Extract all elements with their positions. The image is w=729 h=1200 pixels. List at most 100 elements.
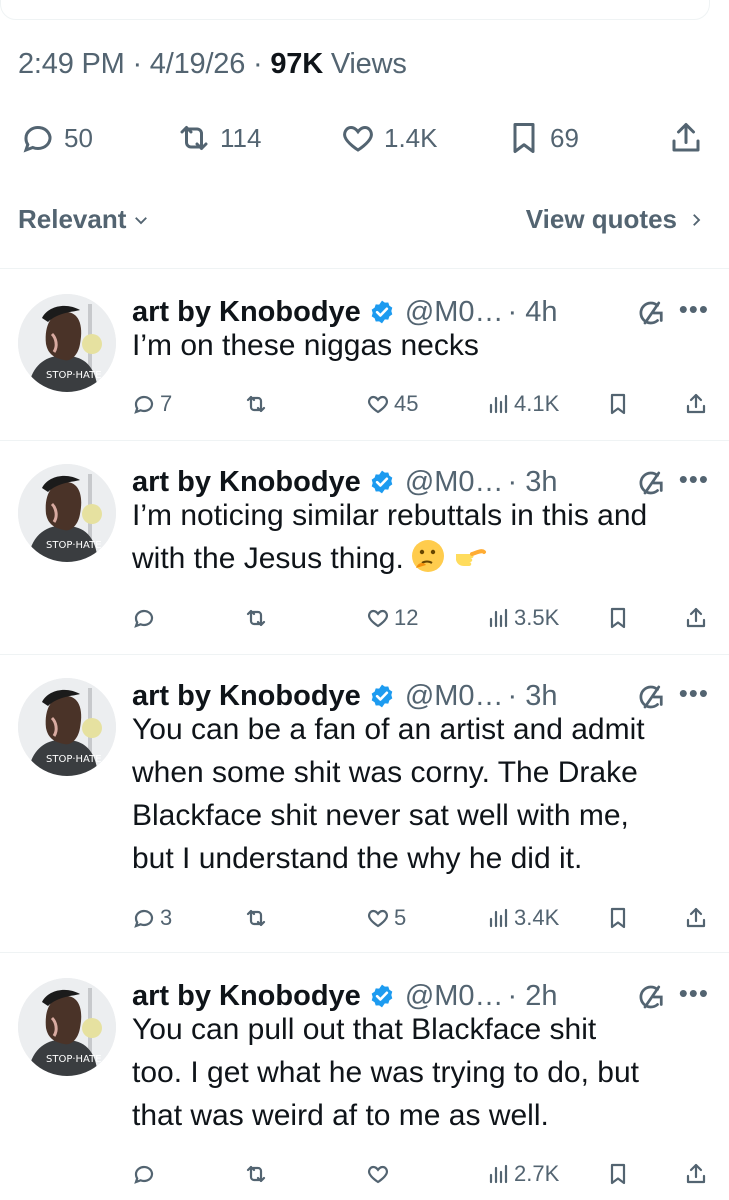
like-count: 1.4K xyxy=(384,122,438,153)
bar-chart-icon xyxy=(489,908,508,928)
bookmark-button[interactable] xyxy=(606,1154,630,1194)
views-button[interactable]: 4.1K xyxy=(486,384,559,424)
reply-action-bar: 7 45 4.1K xyxy=(132,384,712,424)
reply-text: You can pull out that Blackface shit too.… xyxy=(132,1008,709,1137)
view-quotes-label: View quotes xyxy=(525,204,677,234)
views-count: 2.7K xyxy=(514,1161,560,1186)
more-dots-icon[interactable]: ••• xyxy=(679,294,709,325)
heart-icon xyxy=(368,909,388,928)
reply-text-line: I’m on these niggas necks xyxy=(132,329,479,362)
heart-icon xyxy=(368,1165,388,1184)
like-button[interactable]: 1.4K xyxy=(340,110,438,166)
repost-button[interactable] xyxy=(244,1154,272,1194)
bookmark-icon xyxy=(610,607,626,629)
views-button[interactable]: 3.4K xyxy=(486,898,559,938)
reply-button[interactable]: 7 xyxy=(132,384,172,424)
share-button[interactable] xyxy=(684,898,708,938)
avatar-illustration-icon xyxy=(18,294,116,392)
share-upload-icon xyxy=(672,123,700,152)
divider xyxy=(0,440,729,441)
bookmark-icon xyxy=(610,1163,626,1185)
reply-text-line: when some shit was corny. The Drake xyxy=(132,756,638,789)
views-button[interactable]: 3.5K xyxy=(486,598,559,638)
share-upload-icon xyxy=(686,607,706,628)
verified-badge-icon xyxy=(371,684,393,708)
repost-count: 114 xyxy=(220,122,262,153)
repost-arrows-icon xyxy=(180,126,208,150)
more-dots-icon[interactable]: ••• xyxy=(679,978,709,1009)
reply-text-line: Blackface shit never sat well with me, xyxy=(132,799,629,832)
pointing-hand-emoji-icon xyxy=(455,549,486,566)
reply-text: I’m on these niggas necks xyxy=(132,324,709,367)
reply-count: 3 xyxy=(160,905,173,930)
bookmark-button[interactable]: 69 xyxy=(506,110,579,166)
like-count: 12 xyxy=(394,605,419,630)
share-button[interactable] xyxy=(684,384,708,424)
divider xyxy=(0,654,729,655)
like-button[interactable]: 12 xyxy=(366,598,418,638)
speech-bubble-icon xyxy=(134,395,154,414)
like-count: 45 xyxy=(394,391,419,416)
chevron-right-icon xyxy=(693,213,701,226)
repost-button[interactable] xyxy=(244,898,272,938)
reply-text-line: I’m noticing similar rebuttals in this a… xyxy=(132,499,648,532)
post-time[interactable]: 2:49 PM xyxy=(18,48,125,80)
bookmark-button[interactable] xyxy=(606,598,630,638)
avatar-illustration-icon xyxy=(18,464,116,562)
repost-button[interactable] xyxy=(244,598,272,638)
post-date[interactable]: 4/19/26 xyxy=(150,48,246,80)
bookmark-icon xyxy=(610,907,626,929)
avatar-illustration-icon xyxy=(18,678,116,776)
share-upload-icon xyxy=(686,1163,706,1184)
repost-arrows-icon xyxy=(246,395,266,413)
previous-card-edge xyxy=(0,0,710,20)
views-button[interactable]: 2.7K xyxy=(486,1154,559,1194)
view-quotes-link[interactable]: View quotes xyxy=(526,204,705,235)
chevron-down-icon xyxy=(135,216,148,224)
avatar[interactable] xyxy=(18,464,116,562)
divider xyxy=(0,952,729,953)
like-button[interactable] xyxy=(366,1154,394,1194)
heart-icon xyxy=(368,395,388,414)
like-count: 5 xyxy=(394,905,407,930)
more-dots-icon[interactable]: ••• xyxy=(679,678,709,709)
reply-action-bar: 2.7K xyxy=(132,1154,712,1194)
bar-chart-icon xyxy=(489,394,508,414)
sort-dropdown[interactable]: Relevant xyxy=(18,204,150,235)
like-button[interactable]: 5 xyxy=(366,898,406,938)
thinking-face-emoji-icon xyxy=(411,540,444,572)
reply-count: 50 xyxy=(64,122,93,153)
speech-bubble-icon xyxy=(134,1165,154,1184)
avatar[interactable] xyxy=(18,678,116,776)
heart-icon xyxy=(368,609,388,628)
reply-text: You can be a fan of an artist and admit w… xyxy=(132,708,709,880)
reply-button[interactable] xyxy=(132,598,160,638)
bar-chart-icon xyxy=(489,1164,508,1184)
avatar[interactable] xyxy=(18,294,116,392)
reply-text-line: but I understand the why he did it. xyxy=(132,842,583,875)
post-meta: 2:49 PM · 4/19/26 · 97K Views xyxy=(18,48,407,80)
speech-bubble-icon xyxy=(23,126,52,153)
reply-button[interactable]: 3 xyxy=(132,898,172,938)
bookmark-icon xyxy=(513,123,535,153)
like-button[interactable]: 45 xyxy=(366,384,418,424)
more-dots-icon[interactable]: ••• xyxy=(679,464,709,495)
speech-bubble-icon xyxy=(134,909,154,928)
bookmark-button[interactable] xyxy=(606,384,630,424)
post-action-bar: 50 114 1.4K 69 xyxy=(0,110,729,166)
avatar-illustration-icon xyxy=(18,978,116,1076)
share-button[interactable] xyxy=(684,598,708,638)
repost-button[interactable] xyxy=(244,384,272,424)
bar-chart-icon xyxy=(489,608,508,628)
reply-button[interactable] xyxy=(132,1154,160,1194)
bookmark-button[interactable] xyxy=(606,898,630,938)
avatar[interactable] xyxy=(18,978,116,1076)
repost-button[interactable]: 114 xyxy=(176,110,261,166)
views-count: 97K xyxy=(270,48,323,80)
share-button[interactable] xyxy=(668,110,704,166)
reply-text-line: You can be a fan of an artist and admit xyxy=(132,713,645,746)
reply-button[interactable]: 50 xyxy=(20,110,93,166)
bookmark-icon xyxy=(610,393,626,415)
reply-action-bar: 12 3.5K xyxy=(132,598,712,638)
share-button[interactable] xyxy=(684,1154,708,1194)
